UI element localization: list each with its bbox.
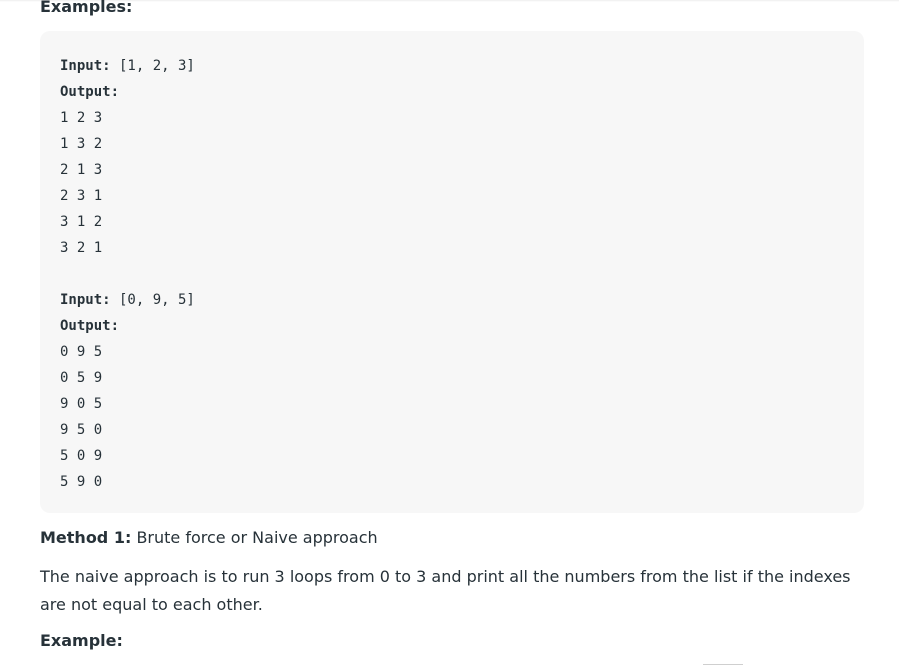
example1-output-label: Output: [60, 84, 120, 100]
example1-input-label: Input: [60, 58, 111, 74]
example1-output-line: 3 2 1 [60, 240, 103, 256]
header-shadow [0, 0, 899, 2]
example1-output-line: 3 1 2 [60, 214, 103, 230]
example1-output-line: 2 1 3 [60, 162, 103, 178]
code-spacer [60, 261, 844, 287]
method-text: Brute force or Naive approach [131, 528, 378, 547]
method-heading: Method 1: Brute force or Naive approach [40, 527, 378, 549]
example2-output-line: 5 9 0 [60, 474, 103, 490]
example2-output-line: 0 5 9 [60, 370, 103, 386]
divider [703, 664, 743, 665]
example2-output-line: 9 0 5 [60, 396, 103, 412]
example1-output-line: 2 3 1 [60, 188, 103, 204]
examples-code-block: Input: [1, 2, 3] Output: 1 2 3 1 3 2 2 1… [40, 31, 864, 513]
examples-heading: Examples: [40, 0, 133, 16]
approach-paragraph: The naive approach is to run 3 loops fro… [40, 567, 851, 614]
article-page: Examples: Input: [1, 2, 3] Output: 1 2 3… [0, 0, 899, 667]
example2-input-label: Input: [60, 292, 111, 308]
example2-output-line: 0 9 5 [60, 344, 103, 360]
example2-output-label: Output: [60, 318, 120, 334]
example1-input-value: [1, 2, 3] [110, 58, 195, 74]
example2-output-line: 9 5 0 [60, 422, 103, 438]
method-label: Method 1: [40, 528, 132, 547]
example2-input-line: Input: [0, 9, 5] [60, 287, 844, 313]
example1-input-line: Input: [1, 2, 3] [60, 53, 844, 79]
example1-output-line: 1 3 2 [60, 136, 103, 152]
example-heading: Example: [40, 631, 123, 650]
example2-input-value: [0, 9, 5] [110, 292, 195, 308]
example2-output-line: 5 0 9 [60, 448, 103, 464]
example1-output-line: 1 2 3 [60, 110, 103, 126]
